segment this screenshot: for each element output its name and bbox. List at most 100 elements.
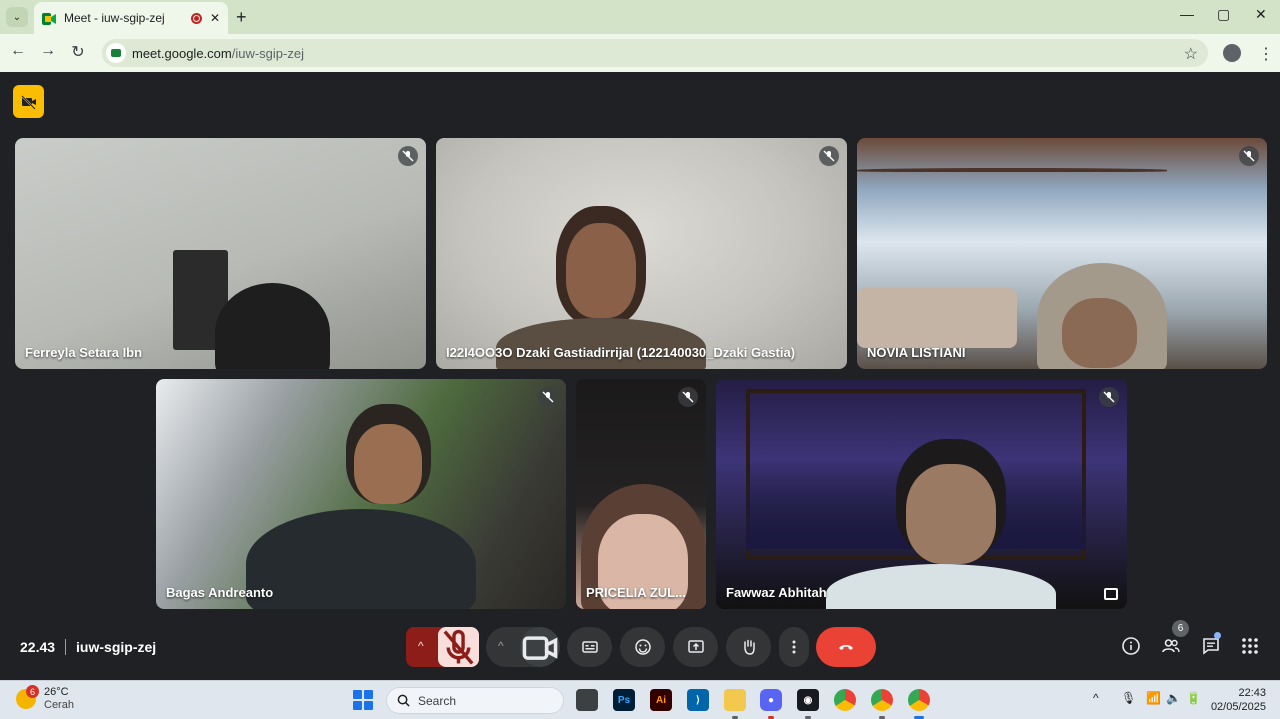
participant-shirt — [826, 564, 1056, 609]
minimize-button[interactable]: — — [1180, 6, 1194, 22]
camera-off-indicator[interactable] — [13, 85, 44, 118]
search-label: Search — [418, 693, 457, 708]
microphone-tray-icon[interactable]: 🎙 — [1121, 691, 1136, 705]
captions-button[interactable] — [567, 627, 612, 667]
browser-toolbar: ← → ↻ meet.google.com/iuw-sgip-zej ☆ — [0, 34, 1280, 72]
weather-badge: 6 — [26, 685, 39, 698]
weather-sun-icon: 6 — [16, 685, 39, 709]
meet-stage: Ferreyla Setara Ibn I22I4OO3O Dzaki Gast… — [0, 72, 1280, 680]
people-button[interactable] — [1159, 634, 1183, 658]
wifi-icon[interactable]: 📶 — [1146, 691, 1161, 705]
participant-count-badge: 6 — [1172, 620, 1189, 637]
tray-chevron-icon[interactable]: ^ — [1093, 691, 1099, 705]
weather-temp: 26°C — [44, 686, 69, 698]
camera-icon — [522, 636, 558, 660]
tab-close-button[interactable]: ✕ — [210, 11, 220, 25]
battery-icon[interactable]: 🔋 — [1186, 691, 1201, 705]
video-options-chevron-icon[interactable]: ^ — [498, 639, 504, 653]
meeting-details: 22.43 iuw-sgip-zej — [20, 639, 156, 655]
divider — [65, 639, 67, 655]
tab-meet[interactable]: Meet - iuw-sgip-zej ✕ — [34, 2, 228, 34]
meeting-info-button[interactable] — [1119, 634, 1143, 658]
more-options-button[interactable] — [779, 627, 809, 667]
recording-indicator-icon — [190, 12, 202, 24]
participant-name: I22I4OO3O Dzaki Gastiadirrijal (12214003… — [446, 345, 796, 360]
tab-search-button[interactable]: ⌄ — [6, 7, 28, 27]
participant-tile[interactable]: PRICELIA ZUL... — [576, 379, 706, 609]
participant-name: Bagas Andreanto — [166, 585, 274, 600]
participant-tile[interactable]: NOVIA LISTIANI — [857, 138, 1267, 369]
participant-face — [354, 424, 422, 504]
steam-icon[interactable]: ◉ — [797, 689, 819, 711]
participant-face — [1062, 298, 1137, 368]
muted-mic-icon — [678, 387, 698, 407]
more-vert-icon — [792, 640, 796, 654]
discord-icon[interactable]: ● — [760, 689, 782, 711]
mic-off-icon — [443, 629, 474, 665]
participant-tile[interactable]: I22I4OO3O Dzaki Gastiadirrijal (12214003… — [436, 138, 847, 369]
maximize-button[interactable]: ▢ — [1217, 6, 1230, 23]
present-screen-button[interactable] — [673, 627, 718, 667]
forward-button[interactable]: → — [38, 42, 58, 60]
search-icon — [397, 694, 410, 707]
back-button[interactable]: ← — [8, 42, 28, 60]
close-window-button[interactable]: ✕ — [1255, 6, 1267, 23]
weather-condition: Cerah — [44, 699, 74, 711]
window-frame — [857, 168, 1167, 172]
chrome-icon[interactable] — [834, 689, 856, 711]
weather-widget[interactable]: 6 26°C Cerah — [16, 685, 74, 712]
chrome-profile-icon[interactable] — [871, 689, 893, 711]
vscode-icon[interactable]: ⟩ — [687, 689, 709, 711]
system-clock[interactable]: 22:43 02/05/2025 — [1210, 686, 1266, 714]
camera-control-group: ^ — [486, 627, 560, 667]
url-text: meet.google.com/iuw-sgip-zej — [132, 46, 304, 61]
site-info-icon[interactable] — [106, 43, 126, 63]
taskbar-search[interactable]: Search — [386, 687, 564, 714]
people-icon — [1162, 639, 1180, 653]
unmute-button[interactable] — [438, 627, 479, 667]
participant-shoulders — [496, 318, 706, 369]
chrome-active-icon[interactable] — [908, 689, 930, 711]
participant-tile[interactable]: Fawwaz Abhitah — [716, 379, 1127, 609]
raise-hand-button[interactable] — [726, 627, 771, 667]
muted-mic-icon — [398, 146, 418, 166]
participant-name: Ferreyla Setara Ibn — [25, 345, 143, 360]
windows-taskbar: 6 26°C Cerah Search Ps Ai ⟩ ● ◉ ^ 🎙 📶 🔈 … — [0, 680, 1280, 719]
file-explorer-icon[interactable] — [724, 689, 746, 711]
muted-mic-icon — [1099, 387, 1119, 407]
captions-icon — [581, 641, 598, 653]
leave-call-button[interactable] — [816, 627, 876, 667]
illustrator-icon[interactable]: Ai — [650, 689, 672, 711]
clock-time: 22:43 — [1238, 687, 1266, 699]
participant-tile[interactable]: Bagas Andreanto — [156, 379, 566, 609]
volume-icon[interactable]: 🔈 — [1166, 691, 1181, 705]
participant-face — [566, 223, 636, 318]
reactions-button[interactable] — [620, 627, 665, 667]
activities-button[interactable] — [1238, 634, 1262, 658]
profile-avatar-icon[interactable] — [1223, 44, 1241, 62]
task-view-icon[interactable] — [576, 689, 598, 711]
camera-button[interactable] — [520, 627, 560, 667]
start-button[interactable] — [353, 690, 373, 710]
muted-mic-icon — [538, 387, 558, 407]
participant-tile[interactable]: Ferreyla Setara Ibn — [15, 138, 426, 369]
meeting-time: 22.43 — [20, 639, 56, 655]
apps-grid-icon — [1242, 638, 1258, 654]
participant-name: NOVIA LISTIANI — [867, 345, 966, 360]
meeting-code: iuw-sgip-zej — [76, 639, 157, 655]
pip-icon[interactable] — [1104, 588, 1118, 600]
new-tab-button[interactable]: + — [236, 7, 247, 27]
bookmark-star-icon[interactable]: ☆ — [1184, 44, 1198, 64]
reload-button[interactable]: ↻ — [68, 42, 88, 62]
hand-icon — [743, 639, 755, 655]
clock-date: 02/05/2025 — [1210, 701, 1266, 713]
browser-menu-icon[interactable]: ⋮ — [1258, 44, 1274, 64]
participant-silhouette — [215, 283, 330, 369]
couch — [857, 288, 1017, 348]
meet-favicon-icon — [42, 12, 56, 25]
audio-options-chevron-icon[interactable]: ^ — [418, 639, 424, 653]
present-icon — [687, 640, 704, 653]
address-bar[interactable]: meet.google.com/iuw-sgip-zej ☆ — [102, 39, 1208, 67]
participant-face — [906, 464, 996, 564]
photoshop-icon[interactable]: Ps — [613, 689, 635, 711]
